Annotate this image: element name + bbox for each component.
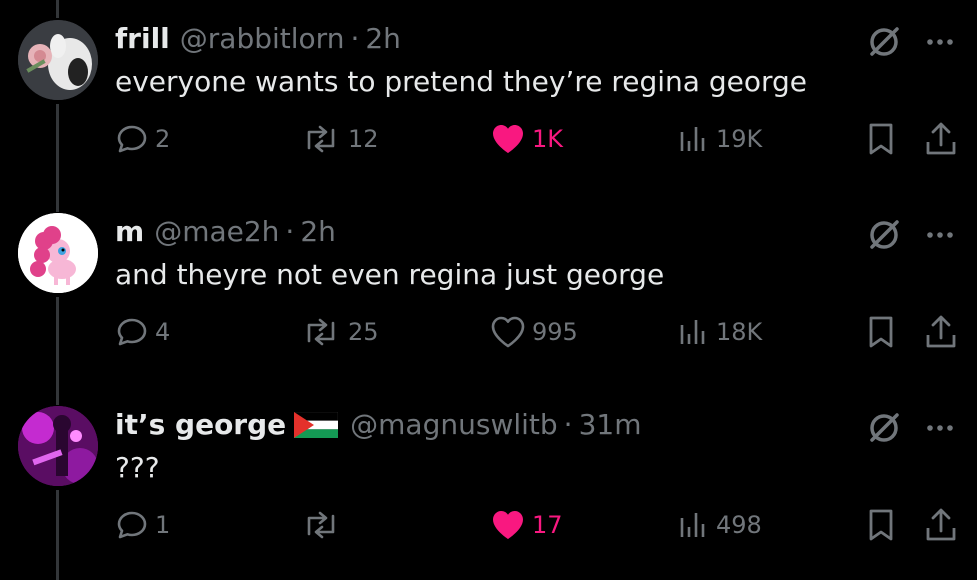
- grok-icon[interactable]: [864, 408, 904, 448]
- handle[interactable]: @magnuswlitb: [350, 408, 558, 441]
- share-icon[interactable]: [922, 120, 960, 158]
- share-icon[interactable]: [922, 313, 960, 351]
- tweet-header: it’s george @magnuswlitb · 31m: [115, 408, 641, 441]
- display-name[interactable]: frill: [115, 22, 170, 55]
- reply-count: 1: [155, 511, 171, 539]
- timestamp[interactable]: 2h: [300, 215, 336, 248]
- timestamp[interactable]: 2h: [365, 22, 401, 55]
- reply-button[interactable]: 2: [115, 114, 170, 164]
- tweet-2[interactable]: m @mae2h · 2h and theyre not even regina…: [0, 193, 977, 386]
- repost-button[interactable]: [300, 500, 348, 550]
- like-button[interactable]: 17: [490, 500, 563, 550]
- display-name[interactable]: it’s george: [115, 408, 286, 441]
- separator-dot: ·: [350, 22, 360, 55]
- like-icon: [491, 316, 525, 348]
- repost-button[interactable]: 25: [300, 307, 379, 357]
- reply-count: 4: [155, 318, 171, 346]
- views-icon: [680, 320, 705, 344]
- repost-count: 25: [348, 318, 379, 346]
- views-icon: [680, 513, 705, 537]
- action-bar: 4 25 995 18K: [0, 307, 977, 357]
- share-icon[interactable]: [922, 506, 960, 544]
- tweet-text: ???: [115, 451, 160, 484]
- more-icon[interactable]: [920, 22, 960, 62]
- repost-button[interactable]: 12: [300, 114, 379, 164]
- handle[interactable]: @rabbitlorn: [180, 22, 345, 55]
- bookmark-icon[interactable]: [862, 120, 900, 158]
- views-count: 19K: [716, 125, 763, 153]
- reply-button[interactable]: 1: [115, 500, 170, 550]
- timestamp[interactable]: 31m: [579, 408, 642, 441]
- tweet-1[interactable]: frill @rabbitlorn · 2h everyone wants to…: [0, 0, 977, 193]
- views-count: 498: [716, 511, 762, 539]
- like-icon: [493, 125, 523, 153]
- like-icon: [493, 511, 523, 539]
- like-count: 1K: [532, 125, 564, 153]
- tweet-3[interactable]: it’s george @magnuswlitb · 31m ??? 1 17 …: [0, 386, 977, 579]
- avatar[interactable]: [18, 20, 98, 100]
- tweet-text: and theyre not even regina just george: [115, 258, 665, 291]
- avatar[interactable]: [18, 213, 98, 293]
- tweet-header: m @mae2h · 2h: [115, 215, 336, 248]
- repost-icon: [307, 511, 335, 539]
- grok-icon[interactable]: [864, 215, 904, 255]
- more-icon[interactable]: [920, 215, 960, 255]
- repost-count: 12: [348, 125, 379, 153]
- views-button[interactable]: 19K: [676, 114, 762, 164]
- reply-button[interactable]: 4: [115, 307, 170, 357]
- like-count: 995: [532, 318, 578, 346]
- repost-icon: [307, 125, 335, 153]
- separator-dot: ·: [563, 408, 573, 441]
- palestine-flag-icon: [293, 411, 339, 438]
- tweet-header: frill @rabbitlorn · 2h: [115, 22, 401, 55]
- action-bar: 2 12 1K 19K: [0, 114, 977, 164]
- tweet-text: everyone wants to pretend they’re regina…: [115, 65, 807, 98]
- avatar[interactable]: [18, 406, 98, 486]
- bookmark-icon[interactable]: [862, 506, 900, 544]
- like-button[interactable]: 995: [490, 307, 578, 357]
- reply-icon: [117, 511, 147, 539]
- grok-icon[interactable]: [864, 22, 904, 62]
- display-name[interactable]: m: [115, 215, 144, 248]
- reply-count: 2: [155, 125, 171, 153]
- views-count: 18K: [716, 318, 763, 346]
- views-button[interactable]: 18K: [676, 307, 762, 357]
- repost-icon: [307, 318, 335, 346]
- action-bar: 1 17 498: [0, 500, 977, 550]
- views-icon: [680, 127, 705, 151]
- more-icon[interactable]: [920, 408, 960, 448]
- like-button[interactable]: 1K: [490, 114, 563, 164]
- bookmark-icon[interactable]: [862, 313, 900, 351]
- separator-dot: ·: [285, 215, 295, 248]
- reply-icon: [117, 125, 147, 153]
- handle[interactable]: @mae2h: [154, 215, 279, 248]
- like-count: 17: [532, 511, 563, 539]
- views-button[interactable]: 498: [676, 500, 762, 550]
- reply-icon: [117, 318, 147, 346]
